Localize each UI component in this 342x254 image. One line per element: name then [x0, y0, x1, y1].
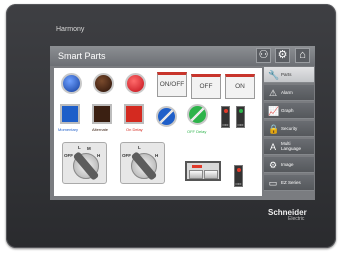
rocker-led	[192, 165, 202, 168]
brown-pilot-light[interactable]	[93, 73, 114, 94]
alternate-button[interactable]	[92, 104, 112, 124]
hmi-screen: Smart Parts ⚇ ⚙ ⌂ ON/OFF OFF ON Momentar…	[50, 46, 315, 200]
graph-icon: 📈	[268, 106, 280, 116]
language-icon: A	[269, 142, 276, 152]
selector-h-label: H	[97, 153, 101, 158]
toggle-label: OFF	[235, 182, 242, 186]
parts-panel: ON/OFF OFF ON Momentary Alternate On Del…	[54, 68, 262, 196]
schneider-logo: Schneider Electric	[268, 209, 307, 223]
brand-label: Harmony	[56, 26, 85, 33]
nav-item-graph[interactable]: 📈 Graph	[264, 103, 314, 119]
nav-item-alarm[interactable]: ⚠ Alarm	[264, 85, 314, 101]
selector-m-label: M	[87, 146, 91, 151]
home-icon[interactable]: ⌂	[295, 48, 310, 63]
wrench-icon: 🔧	[268, 70, 280, 80]
side-nav: 🔧 Parts ⚠ Alarm 📈 Graph 🔒 Security A Mul…	[264, 67, 314, 195]
blue-mushroom-button[interactable]	[156, 106, 177, 127]
rocker-switch[interactable]	[185, 161, 221, 181]
red-pilot-light[interactable]	[125, 73, 146, 94]
toggle-switch[interactable]: OFF	[234, 165, 243, 187]
screen-title: Smart Parts	[58, 51, 106, 61]
nav-item-security[interactable]: 🔒 Security	[264, 121, 314, 137]
rocker-right[interactable]	[204, 170, 218, 179]
nav-item-label: Multi Language	[281, 141, 302, 151]
selector-off-label: OFF	[122, 153, 131, 158]
nav-item-label: Alarm	[281, 90, 293, 95]
green-mushroom-button[interactable]	[187, 104, 208, 125]
toggle-label: OFF	[222, 123, 229, 127]
nav-item-label: Security	[281, 126, 298, 131]
nav-item-label: Graph	[281, 108, 294, 113]
off-switch[interactable]: OFF	[191, 74, 221, 99]
logo-line2: Electric	[288, 216, 305, 222]
selector-switch-2pos[interactable]: OFF L H	[120, 142, 165, 184]
momentary-button[interactable]	[60, 104, 80, 124]
toggle-switch[interactable]: OFF	[221, 106, 230, 128]
on-switch[interactable]: ON	[225, 74, 255, 99]
nav-item-ez-series[interactable]: ▭ EZ Series	[264, 175, 314, 191]
selector-l-label: L	[78, 145, 81, 150]
selector-off-label: OFF	[64, 153, 73, 158]
nav-item-label: Parts	[281, 72, 292, 77]
lock-icon: 🔒	[268, 124, 280, 134]
nav-item-label: EZ Series	[281, 180, 301, 185]
nav-item-parts[interactable]: 🔧 Parts	[264, 67, 314, 83]
selector-h-label: H	[155, 153, 159, 158]
selector-switch-3pos[interactable]: OFF L M H	[62, 142, 107, 184]
logo-line1: Schneider	[268, 208, 307, 217]
gear-icon[interactable]: ⚙	[275, 48, 290, 63]
momentary-label: Momentary	[58, 127, 79, 132]
on-off-switch[interactable]: ON/OFF	[157, 72, 187, 97]
on-delay-button[interactable]	[124, 104, 144, 124]
nav-item-label: Image	[281, 162, 294, 167]
nav-item-image[interactable]: ⚙ Image	[264, 157, 314, 173]
nav-item-language[interactable]: A Multi Language	[264, 139, 314, 155]
blue-pilot-light[interactable]	[61, 73, 82, 94]
off-delay-label: OFF Delay	[187, 129, 207, 134]
title-bar: Smart Parts ⚇ ⚙ ⌂	[50, 46, 315, 66]
camera-icon: ⚙	[268, 160, 278, 170]
hmi-bezel: Harmony Smart Parts ⚇ ⚙ ⌂ ON/OFF OFF ON …	[6, 4, 336, 248]
network-icon[interactable]: ⚇	[256, 48, 271, 63]
selector-l-label: L	[138, 145, 141, 150]
rocker-left[interactable]	[189, 170, 203, 179]
on-delay-label: On Delay	[126, 127, 143, 132]
warning-icon: ⚠	[268, 88, 278, 98]
toggle-switch[interactable]: OFF	[236, 106, 245, 128]
screen-icon: ▭	[268, 178, 278, 188]
alternate-label: Alternate	[92, 127, 109, 132]
toggle-label: OFF	[237, 123, 244, 127]
